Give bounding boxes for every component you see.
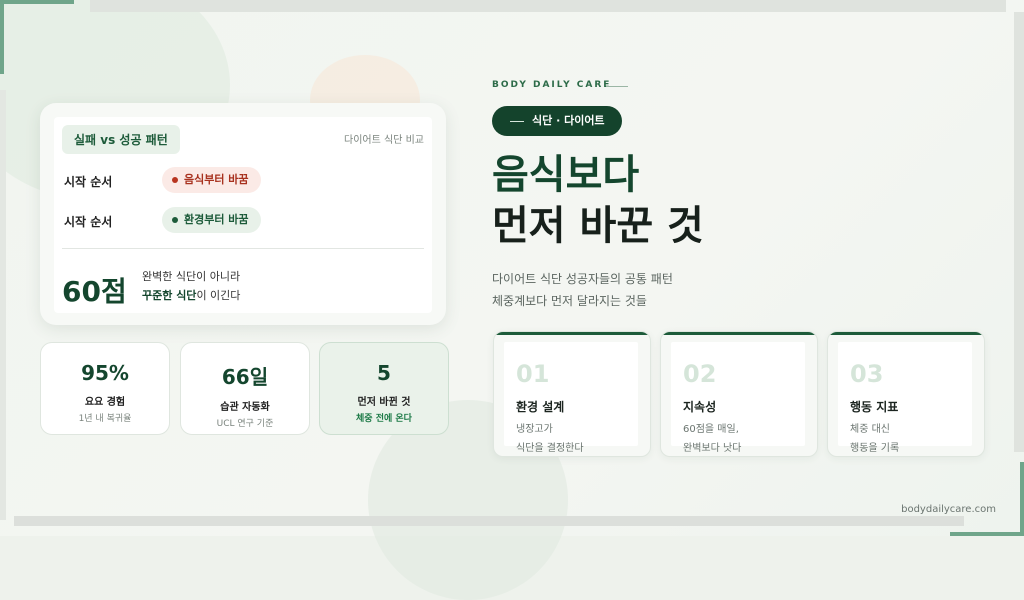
stat-label: 먼저 바뀐 것 xyxy=(357,397,411,408)
feature-card-body: 01 환경 설계 냉장고가 식단을 결정한다 xyxy=(504,342,638,454)
description: 다이어트 식단 성공자들의 공통 패턴 체중계보다 먼저 달라지는 것들 xyxy=(492,268,673,312)
red-dot-icon xyxy=(172,177,178,183)
success-pattern-pill: 환경부터 바꿈 xyxy=(162,207,261,233)
frame-edge xyxy=(14,516,964,526)
pill-text: 환경부터 바꿈 xyxy=(184,213,249,226)
feature-line: 체중 대신 xyxy=(850,424,890,435)
feature-accent-bar xyxy=(494,332,650,335)
score-line-1: 완벽한 식단이 아니라 xyxy=(142,270,241,283)
feature-line: 행동을 기록 xyxy=(850,443,900,454)
feature-description: 체중 대신 행동을 기록 xyxy=(850,420,900,456)
comparison-card-body: 실패 vs 성공 패턴 다이어트 식단 비교 시작 순서 음식부터 바꿈 시작 … xyxy=(54,117,432,313)
stat-label: 요요 경험 xyxy=(84,397,126,408)
stat-card: 66일 습관 자동화 UCL 연구 기준 xyxy=(180,342,310,435)
feature-number: 03 xyxy=(850,360,884,388)
corner-accent xyxy=(950,462,1024,536)
eyebrow-line xyxy=(606,86,628,87)
feature-number: 02 xyxy=(683,360,717,388)
score-line-2: 꾸준한 식단이 이긴다 xyxy=(142,286,240,305)
green-dot-icon xyxy=(172,217,178,223)
divider xyxy=(62,248,424,249)
feature-title: 행동 지표 xyxy=(850,400,899,414)
corner-accent xyxy=(0,0,74,74)
description-line-1: 다이어트 식단 성공자들의 공통 패턴 xyxy=(492,272,673,286)
feature-card: 03 행동 지표 체중 대신 행동을 기록 xyxy=(827,331,985,457)
feature-line: 냉장고가 xyxy=(516,424,553,435)
headline-line-2: 먼저 바꾼 것 xyxy=(492,203,704,249)
score-line-2-rest: 이 이긴다 xyxy=(196,289,241,302)
score-emphasis: 꾸준한 식단 xyxy=(142,289,197,302)
row-label: 시작 순서 xyxy=(64,175,113,189)
stat-value: 5 xyxy=(377,361,391,385)
category-badge: 식단 · 다이어트 xyxy=(492,106,622,136)
site-url[interactable]: bodydailycare.com xyxy=(901,504,996,515)
row-label: 시작 순서 xyxy=(64,215,113,229)
feature-number: 01 xyxy=(516,360,550,388)
stat-label: 습관 자동화 xyxy=(220,402,270,413)
feature-line: 식단을 결정한다 xyxy=(516,443,584,454)
frame-edge xyxy=(0,90,6,520)
feature-accent-bar xyxy=(828,332,984,335)
feature-card: 01 환경 설계 냉장고가 식단을 결정한다 xyxy=(493,331,651,457)
pill-text: 음식부터 바꿈 xyxy=(184,173,249,186)
feature-title: 지속성 xyxy=(683,400,717,414)
stat-card-highlight: 5 먼저 바뀐 것 체중 전에 온다 xyxy=(319,342,449,435)
feature-card: 02 지속성 60점을 매일, 완벽보다 낫다 xyxy=(660,331,818,457)
headline-line-1: 음식보다 xyxy=(492,152,640,198)
score-description: 완벽한 식단이 아니라 꾸준한 식단이 이긴다 xyxy=(142,267,240,305)
feature-line: 완벽보다 낫다 xyxy=(683,443,742,454)
feature-line: 60점을 매일, xyxy=(683,424,739,435)
comparison-card: 실패 vs 성공 패턴 다이어트 식단 비교 시작 순서 음식부터 바꿈 시작 … xyxy=(40,103,446,325)
score-value: 60점 xyxy=(62,275,127,308)
pattern-tag: 실패 vs 성공 패턴 xyxy=(62,125,180,154)
fail-pattern-pill: 음식부터 바꿈 xyxy=(162,167,261,193)
eyebrow-brand: BODY DAILY CARE xyxy=(492,80,612,90)
stat-card: 95% 요요 경험 1년 내 복귀율 xyxy=(40,342,170,435)
dash-icon xyxy=(510,121,524,122)
headline: 음식보다 먼저 바꾼 것 xyxy=(492,150,704,252)
frame-edge xyxy=(1014,12,1024,452)
feature-description: 60점을 매일, 완벽보다 낫다 xyxy=(683,420,742,456)
description-line-2: 체중계보다 먼저 달라지는 것들 xyxy=(492,294,647,308)
stat-sub: 체중 전에 온다 xyxy=(356,414,412,424)
stat-sub: UCL 연구 기준 xyxy=(216,419,274,429)
feature-description: 냉장고가 식단을 결정한다 xyxy=(516,420,584,456)
badge-text: 식단 · 다이어트 xyxy=(532,114,605,127)
stat-value: 66일 xyxy=(221,365,269,389)
frame-edge xyxy=(90,0,1006,12)
feature-card-body: 02 지속성 60점을 매일, 완벽보다 낫다 xyxy=(671,342,805,454)
stat-sub: 1년 내 복귀율 xyxy=(78,414,132,424)
feature-card-body: 03 행동 지표 체중 대신 행동을 기록 xyxy=(838,342,972,454)
stat-value: 95% xyxy=(81,361,129,385)
comparison-note: 다이어트 식단 비교 xyxy=(344,135,424,146)
feature-accent-bar xyxy=(661,332,817,335)
feature-title: 환경 설계 xyxy=(516,400,565,414)
